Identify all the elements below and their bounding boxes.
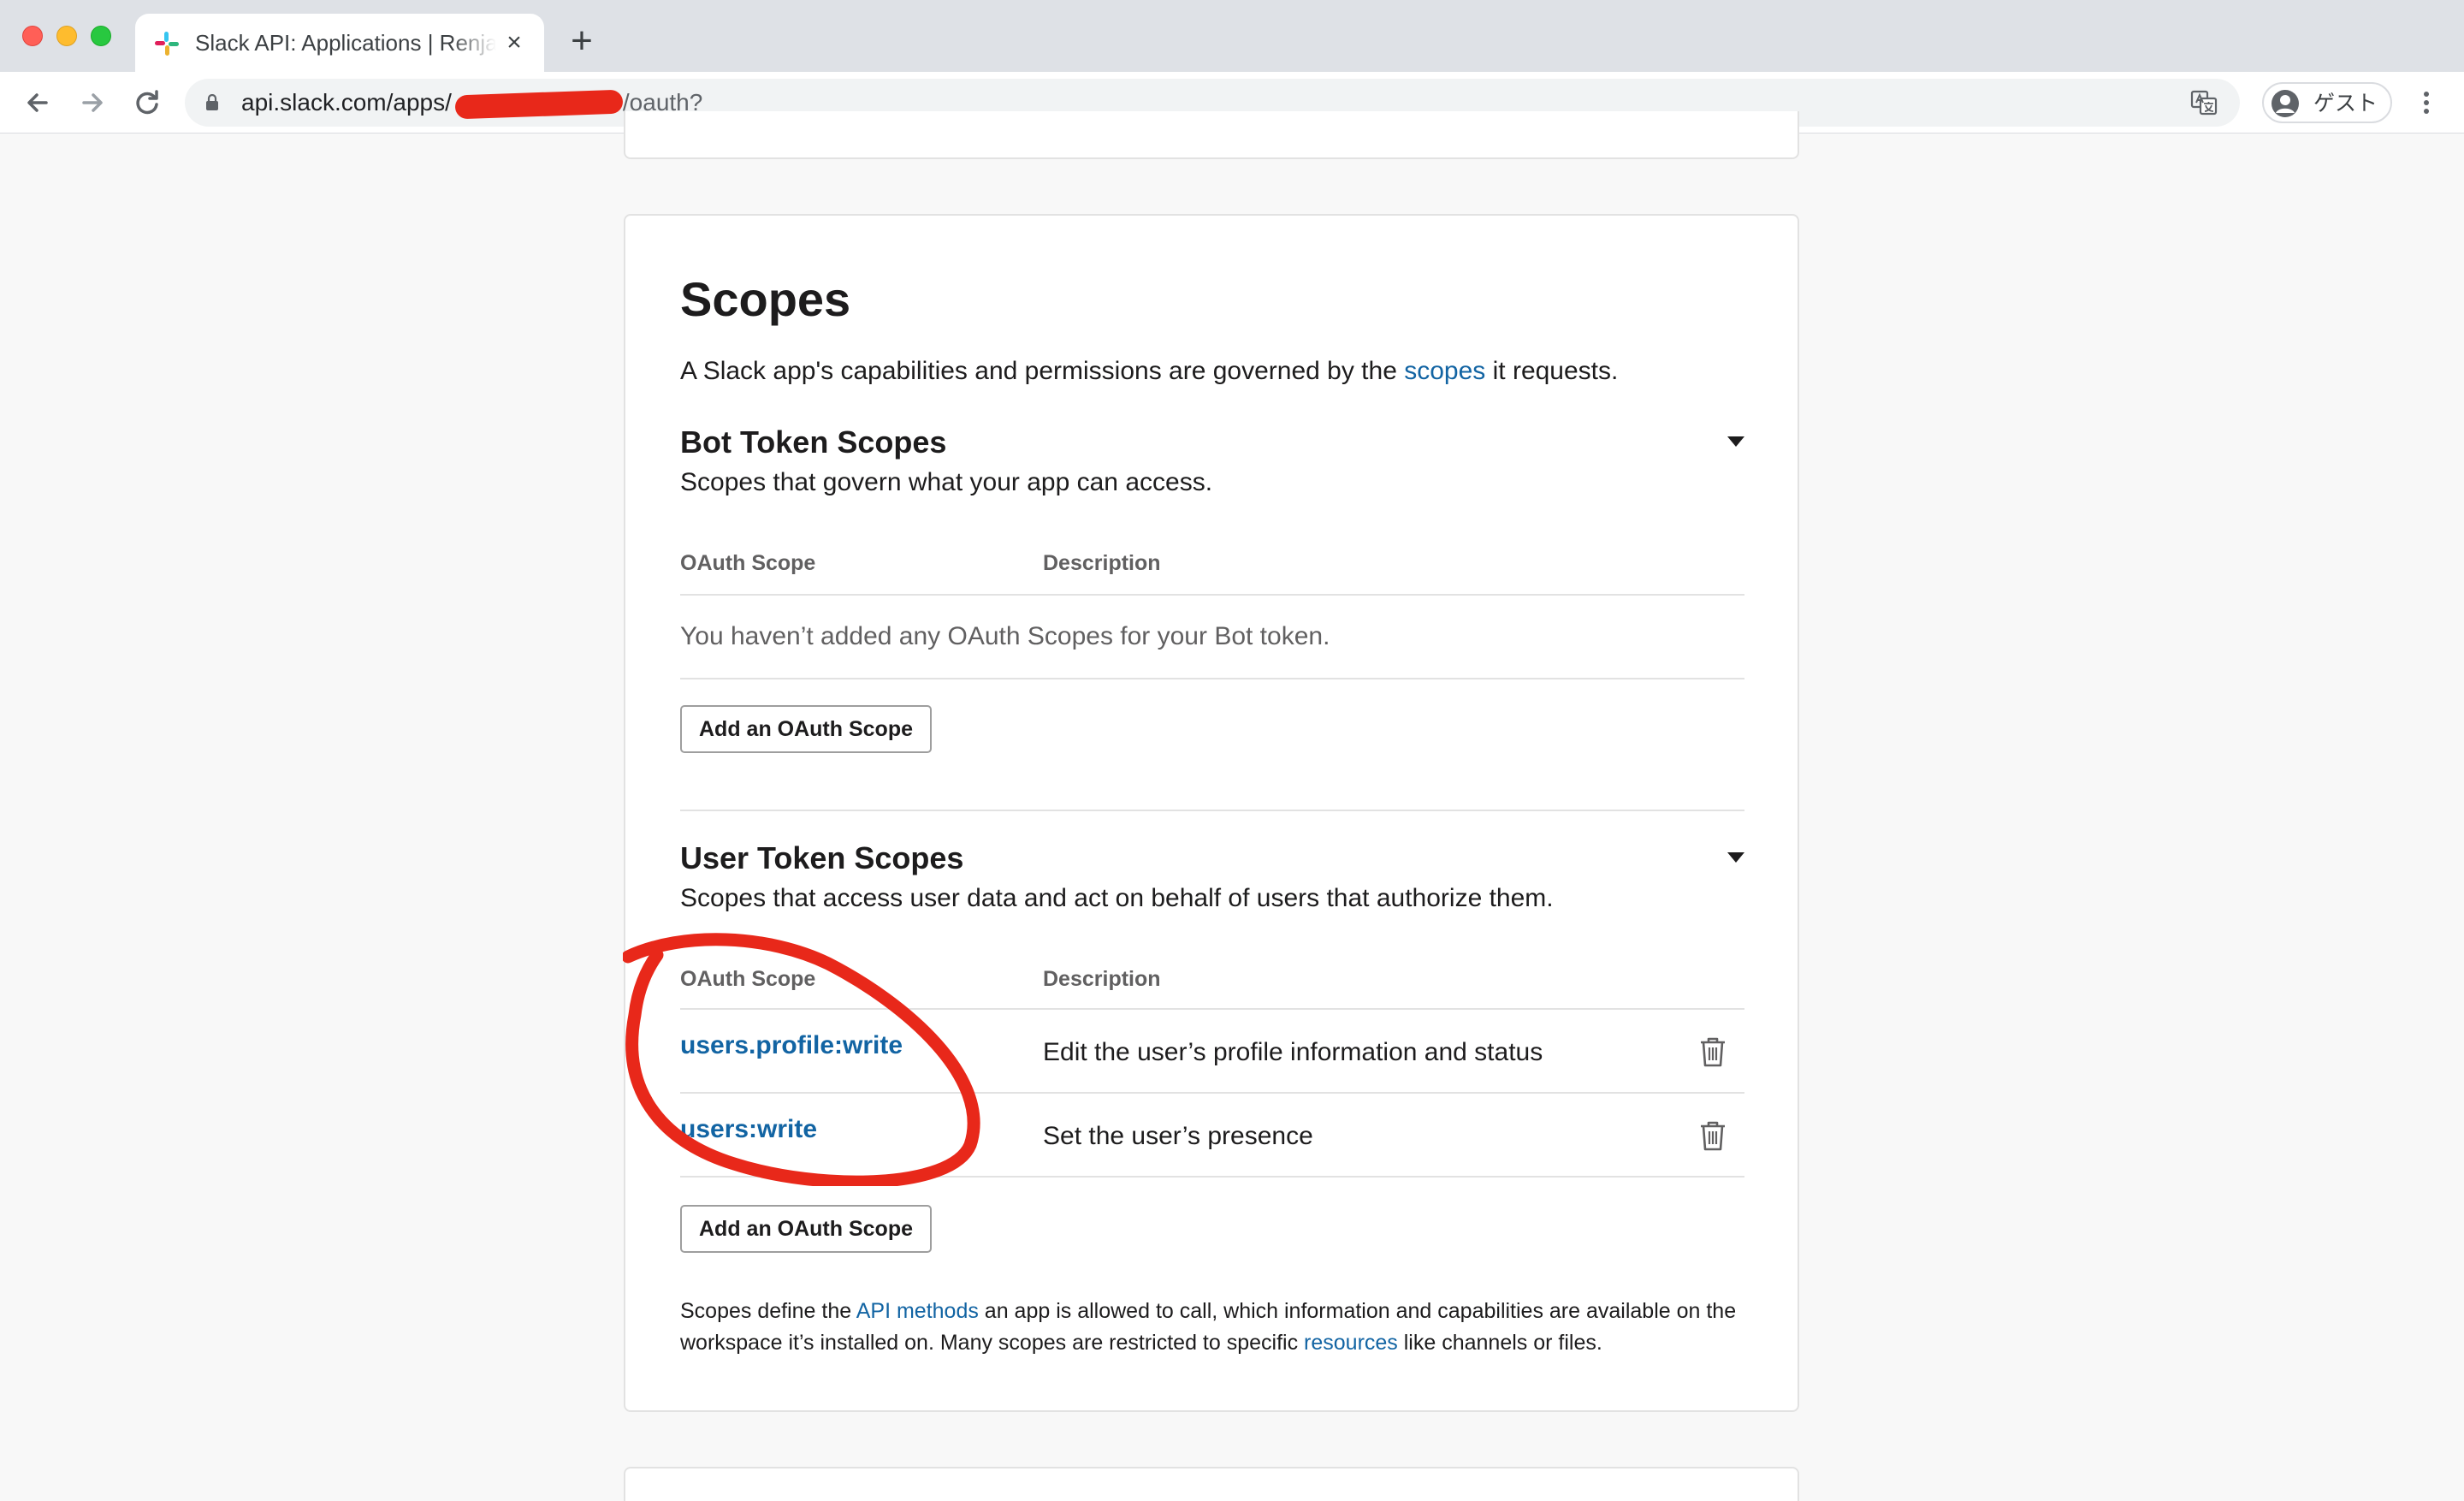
annotation-circle <box>623 933 980 1186</box>
tab-title: Slack API: Applications | Renjal <box>195 30 496 56</box>
reload-icon[interactable] <box>130 86 164 120</box>
window-maximize-button[interactable] <box>91 26 111 46</box>
intro-text-after: it requests. <box>1485 357 1619 385</box>
more-menu-icon[interactable] <box>2416 86 2437 120</box>
scope-description: Edit the user’s profile information and … <box>1043 1038 1543 1066</box>
window-close-button[interactable] <box>22 26 43 46</box>
footnote-text: like channels or files. <box>1397 1331 1602 1355</box>
user-scopes-collapse-icon[interactable] <box>1727 852 1744 863</box>
profile-button[interactable]: ゲスト <box>2262 82 2392 123</box>
slack-icon <box>155 32 179 56</box>
divider <box>680 678 1744 679</box>
profile-label: ゲスト <box>2313 92 2378 116</box>
user-add-oauth-scope-button[interactable]: Add an OAuth Scope <box>680 1205 932 1253</box>
user-token-scopes-title: User Token Scopes <box>680 840 964 875</box>
scope-description: Set the user’s presence <box>1043 1122 1313 1150</box>
divider <box>680 594 1744 596</box>
user-token-scopes-description: Scopes that access user data and act on … <box>680 884 1554 912</box>
scopes-link[interactable]: scopes <box>1404 357 1485 385</box>
new-tab-button[interactable]: + <box>565 22 599 60</box>
back-arrow-icon[interactable] <box>21 86 55 120</box>
avatar-icon <box>2272 90 2299 117</box>
section-divider <box>680 810 1744 811</box>
tab-close-icon[interactable]: × <box>500 28 529 57</box>
bot-add-oauth-scope-button[interactable]: Add an OAuth Scope <box>680 705 932 753</box>
bot-description-header: Description <box>1043 551 1161 575</box>
url-host: api.slack.com/apps/ <box>241 89 452 116</box>
bot-token-scopes-description: Scopes that govern what your app can acc… <box>680 468 1213 496</box>
bot-scopes-collapse-icon[interactable] <box>1727 436 1744 447</box>
trash-icon[interactable] <box>1698 1119 1727 1152</box>
previous-card <box>624 111 1799 159</box>
translate-icon[interactable] <box>2190 89 2218 116</box>
trash-icon[interactable] <box>1698 1035 1727 1068</box>
browser-tab-bar: Slack API: Applications | Renjal × + <box>0 0 2464 72</box>
api-methods-link[interactable]: API methods <box>856 1299 979 1323</box>
bot-oauth-scope-header: OAuth Scope <box>680 551 816 575</box>
resources-link[interactable]: resources <box>1304 1331 1398 1355</box>
user-description-header: Description <box>1043 967 1161 991</box>
footnote-text: Scopes define the <box>680 1299 856 1323</box>
browser-tab-active[interactable]: Slack API: Applications | Renjal × <box>135 14 544 72</box>
lock-icon <box>206 94 218 110</box>
next-card <box>624 1467 1799 1501</box>
scopes-card: Scopes A Slack app's capabilities and pe… <box>624 214 1799 1412</box>
page-title: Scopes <box>680 272 851 326</box>
redaction-mark <box>454 89 624 120</box>
forward-arrow-icon[interactable] <box>75 86 110 120</box>
window-minimize-button[interactable] <box>56 26 77 46</box>
scopes-footnote: Scopes define the API methods an app is … <box>680 1296 1744 1359</box>
intro-text-before: A Slack app's capabilities and permissio… <box>680 357 1405 385</box>
scopes-intro: A Slack app's capabilities and permissio… <box>680 354 1618 389</box>
bot-token-scopes-title: Bot Token Scopes <box>680 424 947 460</box>
bot-scopes-empty-message: You haven’t added any OAuth Scopes for y… <box>680 622 1330 650</box>
